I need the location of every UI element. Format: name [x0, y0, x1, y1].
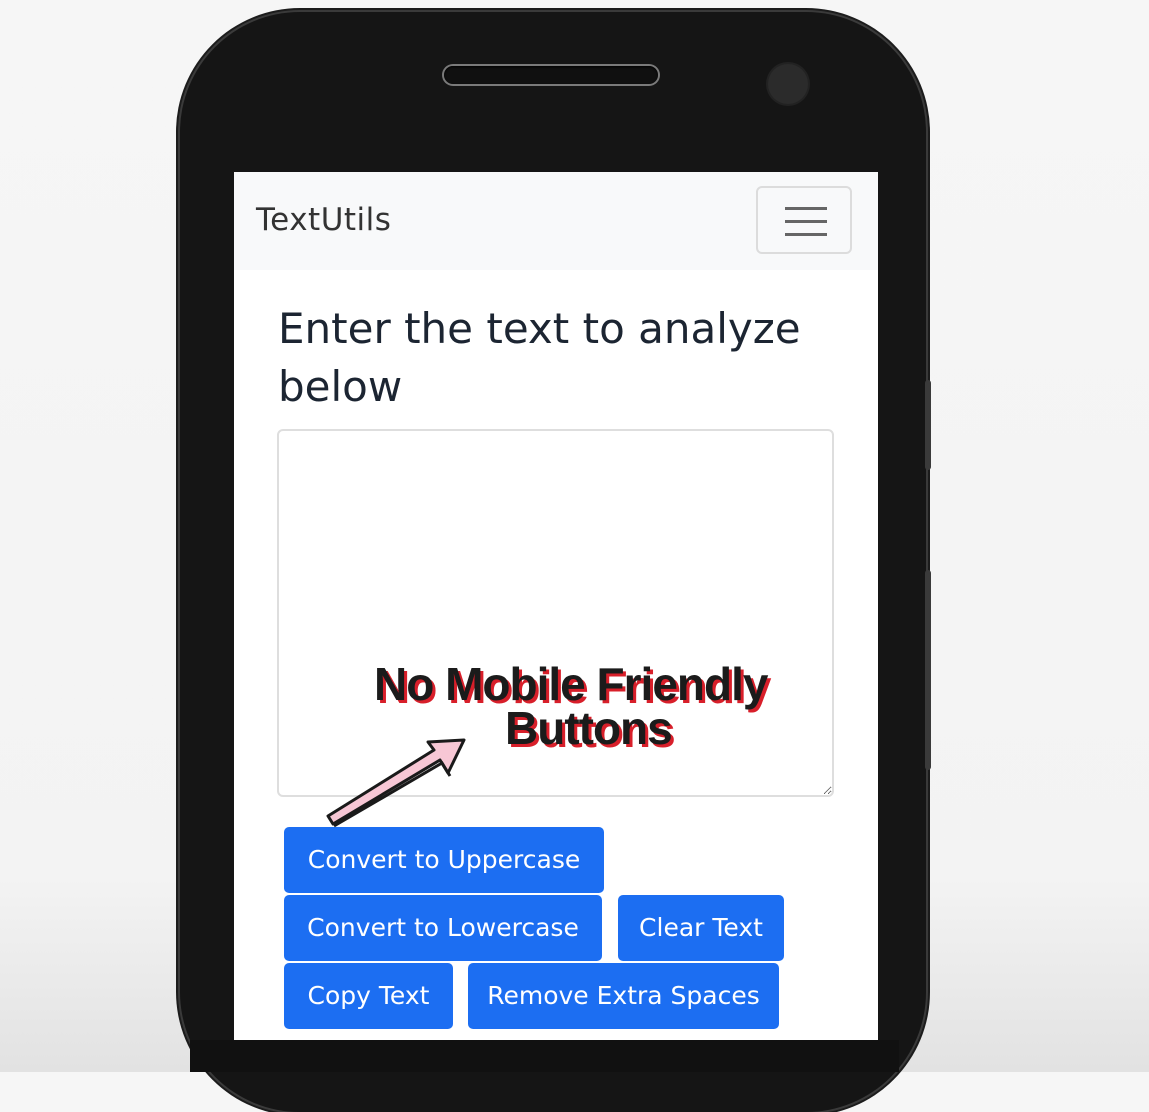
remove-extra-spaces-button[interactable]: Remove Extra Spaces: [468, 963, 779, 1029]
phone-side-button: [925, 570, 931, 770]
clear-text-button[interactable]: Clear Text: [618, 895, 784, 961]
phone-side-button: [925, 380, 931, 470]
navbar: TextUtils: [234, 172, 878, 270]
front-camera: [768, 64, 808, 104]
page-heading: Enter the text to analyze below: [278, 304, 801, 411]
phone-bottom-bezel: [190, 1040, 899, 1072]
navbar-toggler-button[interactable]: [756, 186, 852, 254]
phone-screen: TextUtils Enter the text to analyze belo…: [234, 172, 878, 1052]
annotation-line-1: No Mobile Friendly: [374, 658, 768, 710]
phone-speaker: [444, 66, 658, 84]
navbar-brand[interactable]: TextUtils: [256, 202, 391, 238]
annotation-line-2: Buttons: [505, 702, 673, 754]
convert-uppercase-button[interactable]: Convert to Uppercase: [284, 827, 604, 893]
copy-text-button[interactable]: Copy Text: [284, 963, 453, 1029]
convert-lowercase-button[interactable]: Convert to Lowercase: [284, 895, 602, 961]
